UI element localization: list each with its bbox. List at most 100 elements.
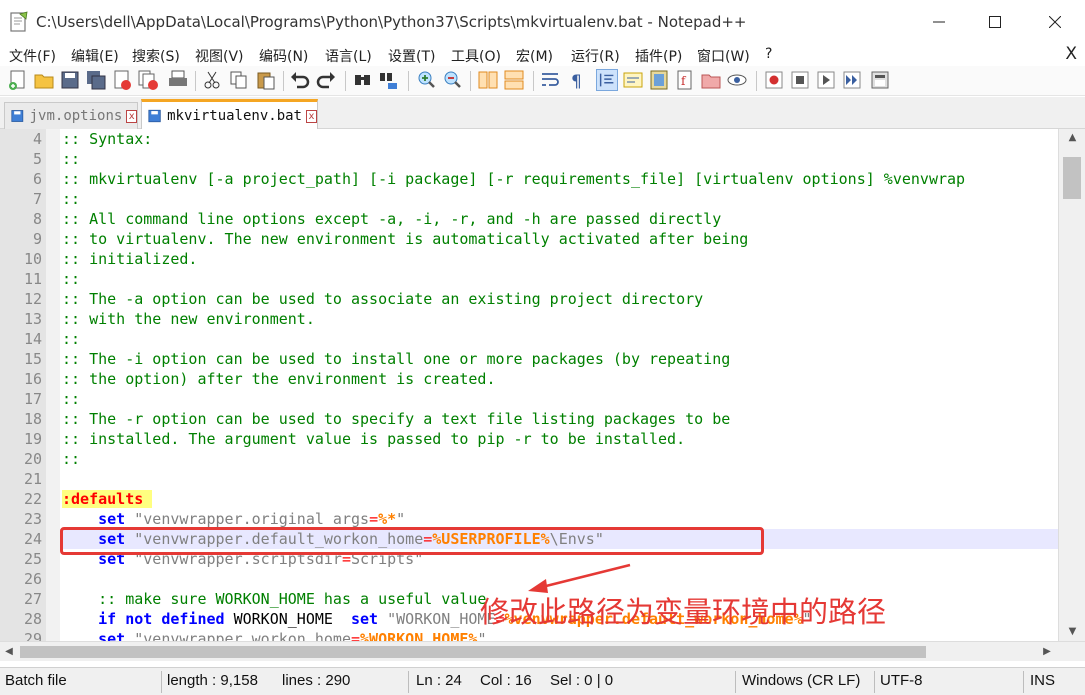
menu-search[interactable]: 搜索(S) [132,46,180,66]
editor-area[interactable]: 4:: Syntax: 5:: 6:: mkvirtualenv [-a proje… [0,129,1085,643]
folder-workspace-icon[interactable] [700,69,722,91]
tab-close-button[interactable]: x [305,109,317,123]
play-macro-icon[interactable] [815,69,837,91]
code-line[interactable]: 15:: The -i option can be used to instal… [0,349,1058,369]
code-text: :: [62,189,80,209]
code-line[interactable]: 6:: mkvirtualenv [-a project_path] [-i p… [0,169,1058,189]
menu-help[interactable]: ? [765,46,772,62]
close-all-icon[interactable] [137,69,159,91]
vertical-scrollbar[interactable]: ▲ ▼ [1058,129,1085,643]
menu-tools[interactable]: 工具(O) [451,46,501,66]
indent-guide-icon[interactable] [596,69,618,91]
tab-jvm-options[interactable]: jvm.options x [4,102,138,129]
code-line[interactable]: 21 [0,469,1058,489]
code-token: :: initialized. [62,250,198,268]
status-divider [161,671,162,693]
paste-icon[interactable] [255,69,277,91]
code-token: "venvwrapper.original_args [125,510,370,528]
code-line[interactable]: 8:: All command line options except -a, … [0,209,1058,229]
status-column: Col : 16 [480,672,532,689]
save-macro-icon[interactable] [869,69,891,91]
code-line[interactable]: 18:: The -r option can be used to specif… [0,409,1058,429]
open-file-icon[interactable] [33,69,55,91]
code-text: :defaults [62,489,153,509]
close-window-button[interactable] [1026,0,1084,44]
code-line[interactable]: 19:: installed. The argument value is pa… [0,429,1058,449]
menu-file[interactable]: 文件(F) [9,46,56,66]
menu-macro[interactable]: 宏(M) [516,46,553,66]
sync-horizontal-icon[interactable] [503,69,525,91]
menu-run[interactable]: 运行(R) [571,46,620,66]
scroll-up-icon[interactable]: ▲ [1059,129,1085,147]
function-list-icon[interactable]: f [674,69,696,91]
code-line[interactable]: 22:defaults [0,489,1058,509]
menu-language[interactable]: 语言(L) [325,46,372,66]
scroll-left-icon[interactable]: ◀ [0,643,18,661]
status-insert-mode[interactable]: INS [1030,672,1055,689]
replace-icon[interactable] [378,69,400,91]
save-all-icon[interactable] [85,69,107,91]
code-token: :: mkvirtualenv [-a project_path] [-i pa… [62,170,966,188]
cut-icon[interactable] [201,69,223,91]
print-icon[interactable] [167,69,189,91]
status-encoding[interactable]: UTF-8 [880,672,923,689]
code-line[interactable]: 23 set "venvwrapper.original_args=%*" [0,509,1058,529]
record-macro-icon[interactable] [763,69,785,91]
close-document-button[interactable]: X [1065,44,1077,64]
code-text: :: [62,269,80,289]
minimize-button[interactable] [910,0,968,44]
menu-settings[interactable]: 设置(T) [388,46,435,66]
doc-map-icon[interactable] [648,69,670,91]
code-text: :: mkvirtualenv [-a project_path] [-i pa… [62,169,965,189]
new-file-icon[interactable] [7,69,29,91]
horizontal-scrollbar[interactable]: ◀ ▶ [0,641,1085,661]
code-text: :: the option) after the environment is … [62,369,495,389]
code-line[interactable]: 16:: the option) after the environment i… [0,369,1058,389]
close-icon[interactable] [111,69,133,91]
status-divider [874,671,875,693]
menu-view[interactable]: 视图(V) [195,46,244,66]
show-all-chars-icon[interactable]: ¶ [566,69,588,91]
code-line[interactable]: 4:: Syntax: [0,129,1058,149]
toolbar-separator [756,71,757,91]
zoom-out-icon[interactable] [441,69,463,91]
word-wrap-icon[interactable] [540,69,562,91]
redo-icon[interactable] [315,69,337,91]
status-eol[interactable]: Windows (CR LF) [742,672,860,689]
run-macro-multiple-icon[interactable] [841,69,863,91]
code-line[interactable]: 14:: [0,329,1058,349]
menu-edit[interactable]: 编辑(E) [71,46,119,66]
code-token: "WORKON_HOME [378,610,496,628]
code-line[interactable]: 7:: [0,189,1058,209]
code-token: :: with the new environment. [62,310,315,328]
line-number: 25 [23,550,42,568]
scroll-right-icon[interactable]: ▶ [1038,643,1056,661]
code-line[interactable]: 20:: [0,449,1058,469]
sync-vertical-icon[interactable] [477,69,499,91]
save-icon[interactable] [59,69,81,91]
undo-icon[interactable] [289,69,311,91]
tab-mkvirtualenv-bat[interactable]: mkvirtualenv.bat x [141,99,318,130]
vertical-scroll-thumb[interactable] [1063,157,1081,199]
maximize-button[interactable] [966,0,1024,44]
find-icon[interactable] [352,69,374,91]
menu-plugins[interactable]: 插件(P) [635,46,682,66]
horizontal-scroll-thumb[interactable] [20,646,926,658]
code-line[interactable]: 13:: with the new environment. [0,309,1058,329]
stop-macro-icon[interactable] [789,69,811,91]
line-number: 20 [23,450,42,468]
code-line[interactable]: 10:: initialized. [0,249,1058,269]
copy-icon[interactable] [228,69,250,91]
code-line[interactable]: 5:: [0,149,1058,169]
menu-encoding[interactable]: 编码(N) [259,46,308,66]
code-line[interactable]: 9:: to virtualenv. The new environment i… [0,229,1058,249]
tab-close-button[interactable]: x [126,109,137,123]
code-line[interactable]: 11:: [0,269,1058,289]
zoom-in-icon[interactable] [415,69,437,91]
udl-icon[interactable] [622,69,644,91]
scroll-down-icon[interactable]: ▼ [1059,623,1085,641]
menu-window[interactable]: 窗口(W) [697,46,750,66]
monitor-icon[interactable] [726,69,748,91]
code-line[interactable]: 12:: The -a option can be used to associ… [0,289,1058,309]
code-line[interactable]: 17:: [0,389,1058,409]
